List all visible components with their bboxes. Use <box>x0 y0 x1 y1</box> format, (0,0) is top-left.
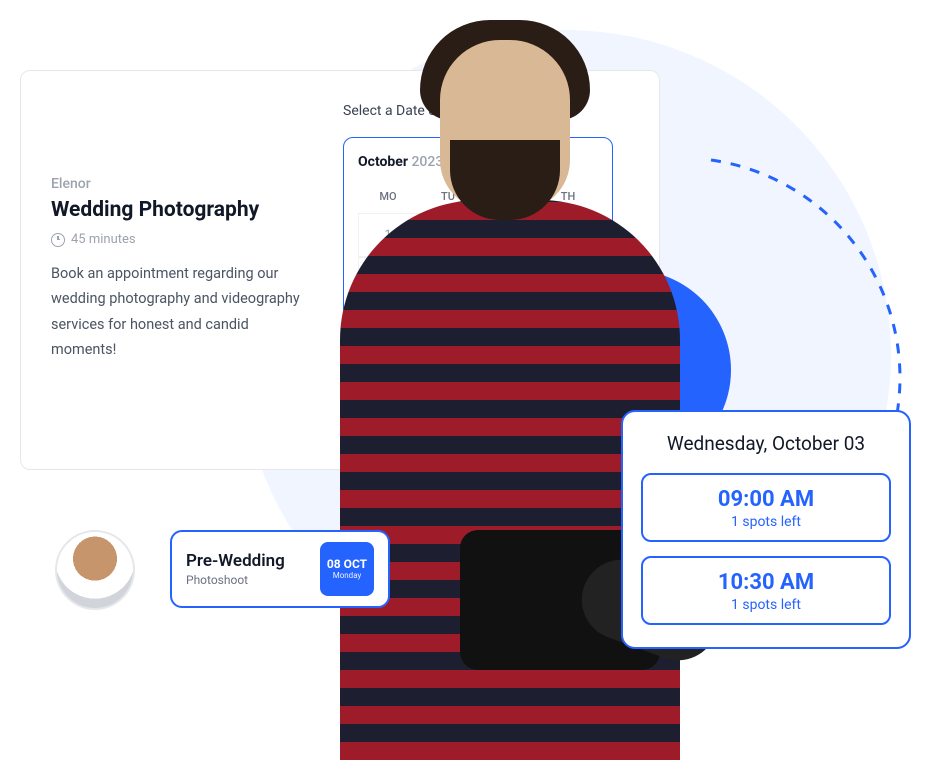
prewedding-text: Pre-Wedding Photoshoot <box>186 551 285 587</box>
photographer-image <box>300 10 720 770</box>
duration-text: 45 minutes <box>71 232 136 247</box>
clock-icon <box>51 233 65 247</box>
timeslot-time: 10:30 AM <box>653 570 879 595</box>
timeslot-option[interactable]: 10:30 AM 1 spots left <box>641 556 891 625</box>
booking-info: Elenor Wedding Photography 45 minutes Bo… <box>51 101 311 439</box>
service-description: Book an appointment regarding our weddin… <box>51 261 311 363</box>
badge-date: 08 OCT <box>327 558 367 571</box>
timeslot-option[interactable]: 09:00 AM 1 spots left <box>641 473 891 542</box>
timeslot-time: 09:00 AM <box>653 487 879 512</box>
duration-row: 45 minutes <box>51 232 311 247</box>
provider-name: Elenor <box>51 176 311 192</box>
prewedding-title: Pre-Wedding <box>186 551 285 571</box>
avatar <box>55 530 135 610</box>
timeslot-spots: 1 spots left <box>653 514 879 530</box>
date-badge: 08 OCT Monday <box>320 542 374 596</box>
prewedding-card[interactable]: Pre-Wedding Photoshoot 08 OCT Monday <box>170 530 390 608</box>
timeslot-spots: 1 spots left <box>653 597 879 613</box>
service-title: Wedding Photography <box>51 198 311 222</box>
timeslots-card: Wednesday, October 03 09:00 AM 1 spots l… <box>621 410 911 649</box>
prewedding-subtitle: Photoshoot <box>186 573 285 587</box>
dashed-arc-decoration <box>691 150 931 450</box>
timeslots-heading: Wednesday, October 03 <box>641 432 891 455</box>
badge-day: Monday <box>333 571 362 580</box>
